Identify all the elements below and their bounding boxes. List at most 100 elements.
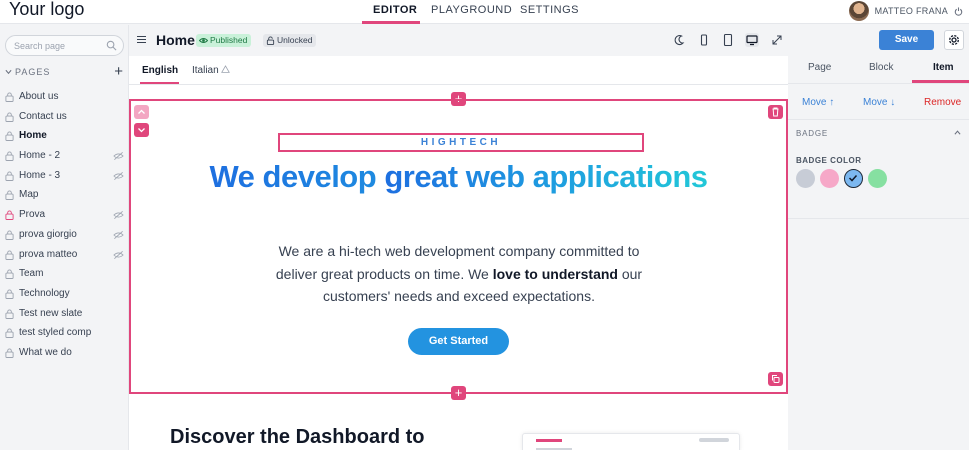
tab-playground[interactable]: PLAYGROUND — [431, 4, 512, 16]
color-swatch-green[interactable] — [868, 169, 887, 188]
move-block-down-button[interactable] — [134, 123, 149, 137]
tab-settings[interactable]: SETTINGS — [520, 4, 579, 16]
tablet-view-icon[interactable] — [721, 33, 735, 47]
sidebar-page-label: prova giorgio — [19, 228, 77, 240]
hero-badge[interactable]: HIGHTECH — [278, 133, 644, 152]
lock-icon — [5, 190, 14, 201]
tab-editor[interactable]: EDITOR — [373, 4, 417, 16]
sidebar-page-item[interactable]: Team — [0, 264, 129, 284]
unlock-icon — [266, 36, 275, 45]
divider — [788, 119, 969, 120]
sidebar-page-item[interactable]: Contact us — [0, 107, 129, 127]
lock-icon — [5, 210, 14, 221]
sidebar-page-item[interactable]: Prova — [0, 205, 129, 225]
sidebar-page-item[interactable]: About us — [0, 87, 129, 107]
settings-button[interactable] — [944, 30, 964, 50]
sidebar-page-label: Prova — [19, 209, 46, 221]
pages-sidebar: Search page PAGES + About us Contact us Ho… — [0, 25, 129, 450]
tab-item[interactable]: Item — [933, 62, 954, 73]
pages-heading: PAGES — [15, 67, 51, 77]
move-up-button[interactable]: Move ↑ — [802, 97, 834, 108]
sidebar-page-label: Map — [19, 189, 39, 201]
eye-off-icon[interactable] — [113, 151, 124, 161]
dark-mode-icon[interactable] — [672, 33, 686, 47]
eye-off-icon[interactable] — [113, 230, 124, 240]
pages-section-header[interactable]: PAGES + — [5, 63, 124, 80]
fullscreen-icon[interactable] — [770, 33, 784, 47]
tab-italian[interactable]: Italian — [192, 65, 231, 76]
move-down-button[interactable]: Move ↓ — [863, 97, 895, 108]
eye-off-icon[interactable] — [113, 210, 124, 220]
sidebar-page-item[interactable]: What we do — [0, 343, 129, 363]
warning-icon — [221, 65, 231, 73]
search-icon — [106, 40, 117, 51]
get-started-button[interactable]: Get Started — [408, 328, 509, 355]
sidebar-page-label: Test new slate — [19, 307, 83, 319]
preview-user — [699, 438, 729, 442]
unlocked-label: Unlocked — [277, 35, 313, 45]
user-menu[interactable]: MATTEO FRANA — [848, 1, 963, 21]
save-bar: Save — [788, 25, 969, 56]
tabs-divider — [788, 83, 969, 84]
lock-icon — [5, 348, 14, 358]
published-badge[interactable]: Published — [196, 34, 252, 47]
eye-off-icon[interactable] — [113, 171, 124, 181]
logout-icon[interactable] — [954, 6, 963, 16]
color-swatch-pink[interactable] — [820, 169, 839, 188]
remove-button[interactable]: Remove — [924, 97, 961, 108]
lock-icon — [5, 250, 14, 260]
properties-panel: Page Block Item Move ↑ Move ↓ Remove BAD… — [788, 56, 969, 450]
active-language-indicator — [140, 82, 179, 84]
sidebar-page-label: Home - 3 — [19, 169, 61, 181]
sidebar-page-label: prova matteo — [19, 248, 78, 260]
duplicate-icon — [772, 375, 780, 383]
hero-description[interactable]: We are a hi-tech web development company… — [271, 240, 647, 308]
dashboard-preview-image — [522, 433, 740, 450]
duplicate-block-button[interactable] — [768, 372, 783, 386]
preview-logo — [536, 439, 562, 442]
page-title: Home — [156, 32, 195, 48]
lock-icon — [5, 131, 14, 142]
eye-off-icon[interactable] — [113, 250, 124, 260]
page-list: About us Contact us Home Home - 2 Home - 3 Ma… — [0, 87, 129, 363]
tab-english[interactable]: English — [142, 65, 178, 76]
chevron-up-icon[interactable] — [954, 129, 961, 136]
search-input[interactable]: Search page — [5, 35, 124, 56]
lock-icon — [5, 92, 14, 102]
tab-block[interactable]: Block — [869, 62, 893, 73]
sidebar-page-item[interactable]: prova giorgio — [0, 225, 129, 245]
desktop-view-icon[interactable] — [745, 33, 759, 47]
unlocked-badge[interactable]: Unlocked — [263, 34, 317, 47]
sidebar-page-item[interactable]: test styled comp — [0, 323, 129, 343]
sidebar-page-item[interactable]: Home - 3 — [0, 166, 129, 186]
page-canvas: English Italian + HIGHTECH We develop gr… — [129, 56, 788, 450]
app-logo[interactable]: Your logo — [9, 0, 84, 20]
add-block-below-button[interactable]: + — [451, 386, 466, 400]
sidebar-page-item[interactable]: Map — [0, 185, 129, 205]
add-page-button[interactable]: + — [114, 63, 124, 80]
section-title[interactable]: Discover the Dashboard to — [170, 426, 425, 449]
sidebar-page-item[interactable]: Home - 2 — [0, 146, 129, 166]
check-icon — [848, 174, 858, 182]
delete-block-button[interactable] — [768, 105, 783, 119]
tab-page[interactable]: Page — [808, 62, 831, 73]
color-swatch-gray[interactable] — [796, 169, 815, 188]
eye-icon — [199, 38, 208, 43]
hero-headline[interactable]: We develop great web applications — [131, 159, 786, 194]
save-button[interactable]: Save — [879, 30, 934, 50]
sidebar-page-item[interactable]: Test new slate — [0, 304, 129, 324]
badge-section-header[interactable]: BADGE — [796, 129, 828, 138]
chevron-down-icon — [5, 69, 12, 75]
sidebar-page-item[interactable]: Home — [0, 126, 129, 146]
sidebar-page-label: Technology — [19, 287, 70, 299]
mobile-view-icon[interactable] — [697, 33, 711, 47]
sidebar-page-item[interactable]: Technology — [0, 284, 129, 304]
color-swatch-blue[interactable] — [844, 169, 863, 188]
avatar — [848, 1, 869, 21]
menu-icon[interactable] — [137, 36, 146, 43]
search-placeholder: Search page — [14, 41, 66, 51]
sidebar-page-item[interactable]: prova matteo — [0, 245, 129, 265]
move-block-up-button[interactable] — [134, 105, 149, 119]
sidebar-page-label: Contact us — [19, 110, 67, 122]
hero-block[interactable]: HIGHTECH We develop great web applicatio… — [129, 99, 788, 394]
